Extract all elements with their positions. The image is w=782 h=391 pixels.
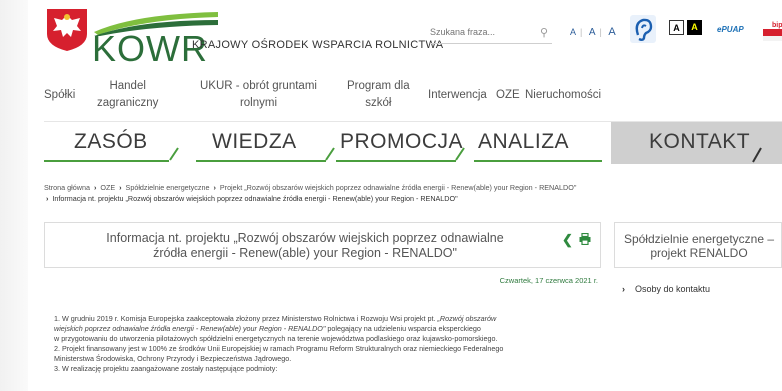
- breadcrumb-project[interactable]: Projekt „Rozwój obszarów wiejskich poprz…: [220, 183, 577, 192]
- nav-item-program-line2: szkół: [365, 97, 392, 109]
- side-title-line1: Spółdzielnie energetyczne –: [623, 232, 775, 246]
- breadcrumb-current: Informacja nt. projektu „Rozwój obszarów…: [52, 194, 458, 203]
- article-title: Informacja nt. projektu „Rozwój obszarów…: [85, 231, 525, 261]
- main-nav-slashes: [169, 147, 762, 163]
- page: KOWR KRAJOWY OŚRODEK WSPARCIA ROLNICTWA …: [0, 0, 782, 391]
- article-date: Czwartek, 17 czerwca 2021 r.: [499, 276, 598, 285]
- nav-slash-icon: [169, 147, 465, 161]
- font-size-medium[interactable]: A: [589, 27, 596, 38]
- contrast-switcher: A A: [669, 20, 702, 35]
- side-section-title: Spółdzielnie energetyczne – projekt RENA…: [619, 232, 779, 260]
- nav-item-handel-line1: Handel: [109, 80, 146, 92]
- contrast-normal-button[interactable]: A: [669, 20, 684, 35]
- p1-text-c: w przygotowaniu do utworzenia pilotażowy…: [54, 334, 498, 343]
- print-icon[interactable]: [579, 233, 591, 245]
- nav-item-ukur[interactable]: UKUR - obrót gruntami rolnymi: [200, 78, 317, 112]
- nav-item-spolki[interactable]: Spółki: [44, 87, 75, 104]
- nav-item-nieruchomosci[interactable]: Nieruchomości: [525, 87, 601, 104]
- nav-slash-kontakt-icon: [752, 147, 762, 163]
- nav-item-ukur-line2: rolnymi: [239, 97, 278, 109]
- article-body: 1. W grudniu 2019 r. Komisja Europejska …: [54, 314, 614, 374]
- bip-logo-icon[interactable]: bip: [763, 16, 782, 44]
- article-paragraph-2: 2. Projekt finansowany jest w 100% ze śr…: [54, 344, 614, 364]
- breadcrumb-coop[interactable]: Spółdzielnie energetyczne: [126, 183, 210, 192]
- breadcrumb-chevron-icon: ›: [119, 183, 122, 192]
- side-section-box: Spółdzielnie energetyczne – projekt RENA…: [614, 222, 782, 268]
- p1-text-b: polegający na udzieleniu wsparcia eksper…: [325, 324, 481, 333]
- breadcrumb: Strona główna › OZE › Spółdzielnie energ…: [44, 182, 576, 204]
- logo-text: KOWR: [92, 28, 208, 69]
- epuap-link[interactable]: ePUAP: [717, 25, 744, 34]
- p2-text-b: Ministerstwa Środowiska, Ochrony Przyrod…: [54, 354, 292, 363]
- side-link-contacts[interactable]: › Osoby do kontaktu: [622, 284, 710, 294]
- p1-text-a: 1. W grudniu 2019 r. Komisja Europejska …: [54, 314, 438, 323]
- chevron-right-icon: ›: [622, 284, 625, 294]
- p1-italic-2: wiejskich poprzez odnawialne źródła ener…: [54, 324, 326, 333]
- side-link-label: Osoby do kontaktu: [635, 284, 711, 294]
- breadcrumb-chevron-icon: ›: [213, 183, 216, 192]
- hearing-accessibility-icon[interactable]: [630, 15, 656, 43]
- nav-item-oze[interactable]: OZE: [496, 87, 520, 104]
- contrast-high-button[interactable]: A: [687, 20, 702, 35]
- font-size-small[interactable]: A: [570, 27, 576, 37]
- nav-item-handel-line2: zagraniczny: [97, 97, 159, 109]
- p1-italic-1: „Rozwój obszarów: [437, 314, 497, 323]
- article-title-line1: Informacja nt. projektu „Rozwój obszarów…: [106, 231, 504, 245]
- search-box: ⚲: [430, 22, 552, 44]
- article-paragraph-1: 1. W grudniu 2019 r. Komisja Europejska …: [54, 314, 614, 344]
- nav-item-program[interactable]: Program dla szkół: [347, 78, 410, 112]
- eagle-emblem-icon: [47, 9, 87, 51]
- bip-label: bip: [772, 22, 782, 29]
- kowr-logo[interactable]: KOWR: [44, 6, 218, 69]
- nav-item-program-line1: Program dla: [347, 80, 410, 92]
- article-title-line2: źródła energii - Renew(able) your Region…: [153, 246, 457, 260]
- font-size-large[interactable]: A: [608, 26, 615, 38]
- nav-item-ukur-line1: UKUR - obrót gruntami: [200, 80, 317, 92]
- font-size-switcher: A | A | A: [570, 26, 616, 38]
- back-chevron-icon[interactable]: ❮: [562, 232, 573, 248]
- article-title-box: Informacja nt. projektu „Rozwój obszarów…: [44, 222, 601, 268]
- breadcrumb-oze[interactable]: OZE: [100, 183, 115, 192]
- nav-item-handel[interactable]: Handel zagraniczny: [97, 78, 158, 112]
- breadcrumb-home[interactable]: Strona główna: [44, 183, 90, 192]
- breadcrumb-chevron-icon: ›: [46, 194, 49, 203]
- search-icon[interactable]: ⚲: [540, 26, 548, 39]
- org-name: KRAJOWY OŚRODEK WSPARCIA ROLNICTWA: [192, 39, 444, 51]
- article-paragraph-3: 3. W realizację projektu zaangażowane zo…: [54, 364, 278, 373]
- p2-text-a: 2. Projekt finansowany jest w 100% ze śr…: [54, 344, 504, 353]
- breadcrumb-chevron-icon: ›: [93, 183, 97, 192]
- search-input[interactable]: [430, 22, 526, 42]
- nav-item-interwencja[interactable]: Interwencja: [428, 87, 487, 104]
- side-title-line2: projekt RENALDO: [650, 246, 748, 260]
